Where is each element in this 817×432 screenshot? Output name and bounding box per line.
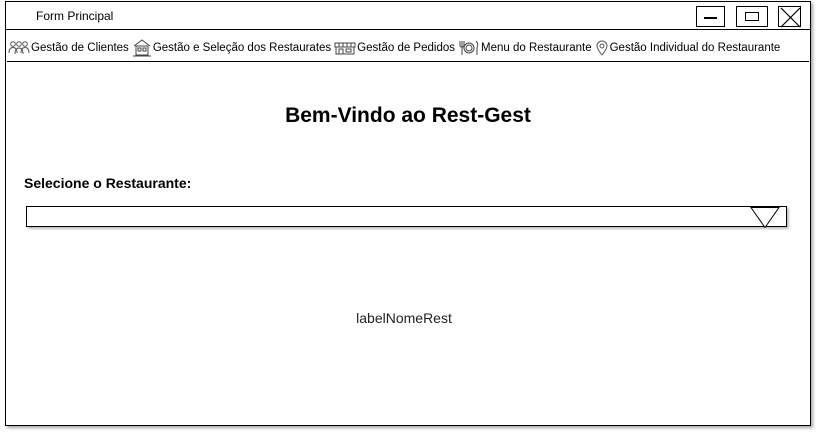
menu-item-clientes[interactable]: Gestão de Clientes	[8, 40, 129, 56]
menu-item-menu[interactable]: Menu do Restaurante	[458, 40, 592, 56]
menu-item-pedidos[interactable]: Gestão de Pedidos	[334, 41, 455, 55]
menu-item-label: Gestão Individual do Restaurante	[609, 42, 781, 54]
menu-bar: Gestão de Clientes Gestão e Seleção dos …	[8, 38, 808, 58]
minimize-button[interactable]	[696, 6, 725, 27]
users-icon	[8, 41, 30, 55]
building-icon	[132, 39, 151, 57]
title-bar: Form Principal	[6, 2, 810, 30]
menu-item-label: Gestão de Pedidos	[357, 42, 455, 54]
welcome-heading: Bem-Vindo ao Rest-Gest	[285, 104, 531, 127]
menu-item-label: Menu do Restaurante	[481, 42, 592, 54]
main-window: Form Principal Gestão de Clientes Gestão…	[5, 1, 811, 426]
storefront-icon	[334, 42, 356, 55]
location-pin-icon	[596, 40, 608, 56]
window-title: Form Principal	[36, 9, 114, 23]
menu-item-label: Gestão e Seleção dos Restaurates	[152, 42, 332, 54]
restaurant-select[interactable]	[26, 206, 787, 228]
select-restaurant-label: Selecione o Restaurante:	[24, 175, 192, 191]
menu-divider	[7, 61, 809, 62]
cutlery-icon	[459, 40, 479, 55]
restaurant-name-label: labelNomeRest	[356, 310, 452, 326]
menu-item-restaurantes[interactable]: Gestão e Seleção dos Restaurates	[132, 39, 331, 57]
close-button[interactable]	[778, 6, 801, 28]
close-icon	[780, 7, 801, 28]
menu-item-label: Gestão de Clientes	[31, 42, 129, 54]
dropdown-arrow-icon[interactable]	[750, 207, 780, 228]
menu-item-gestao-individual[interactable]: Gestão Individual do Restaurante	[595, 40, 781, 56]
maximize-button[interactable]	[736, 6, 768, 27]
